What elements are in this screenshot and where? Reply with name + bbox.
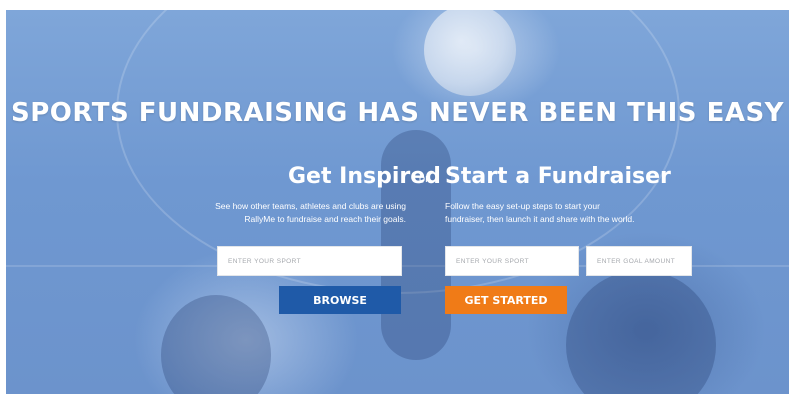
get-inspired-description: See how other teams, athletes and clubs … — [126, 200, 406, 226]
browse-button[interactable]: BROWSE — [279, 286, 401, 314]
description-line: Follow the easy set-up steps to start yo… — [445, 201, 600, 211]
start-fundraiser-description: Follow the easy set-up steps to start yo… — [445, 200, 745, 226]
player-image — [161, 295, 271, 394]
description-line: fundraiser, then launch it and share wit… — [445, 214, 635, 224]
inspired-sport-input[interactable]: ENTER YOUR SPORT — [217, 246, 402, 276]
start-fundraiser-title: Start a Fundraiser — [445, 164, 671, 189]
hero-headline: SPORTS FUNDRAISING HAS NEVER BEEN THIS E… — [11, 98, 784, 128]
fundraiser-sport-input[interactable]: ENTER YOUR SPORT — [445, 246, 579, 276]
hero-banner: SPORTS FUNDRAISING HAS NEVER BEEN THIS E… — [6, 10, 789, 394]
get-started-button[interactable]: GET STARTED — [445, 286, 567, 314]
description-line: See how other teams, athletes and clubs … — [215, 201, 406, 211]
or-separator: or — [419, 173, 429, 185]
get-inspired-title: Get Inspired — [288, 164, 441, 189]
player-image — [566, 270, 716, 394]
description-line: RallyMe to fundraise and reach their goa… — [244, 214, 406, 224]
goal-amount-input[interactable]: ENTER GOAL AMOUNT — [586, 246, 692, 276]
